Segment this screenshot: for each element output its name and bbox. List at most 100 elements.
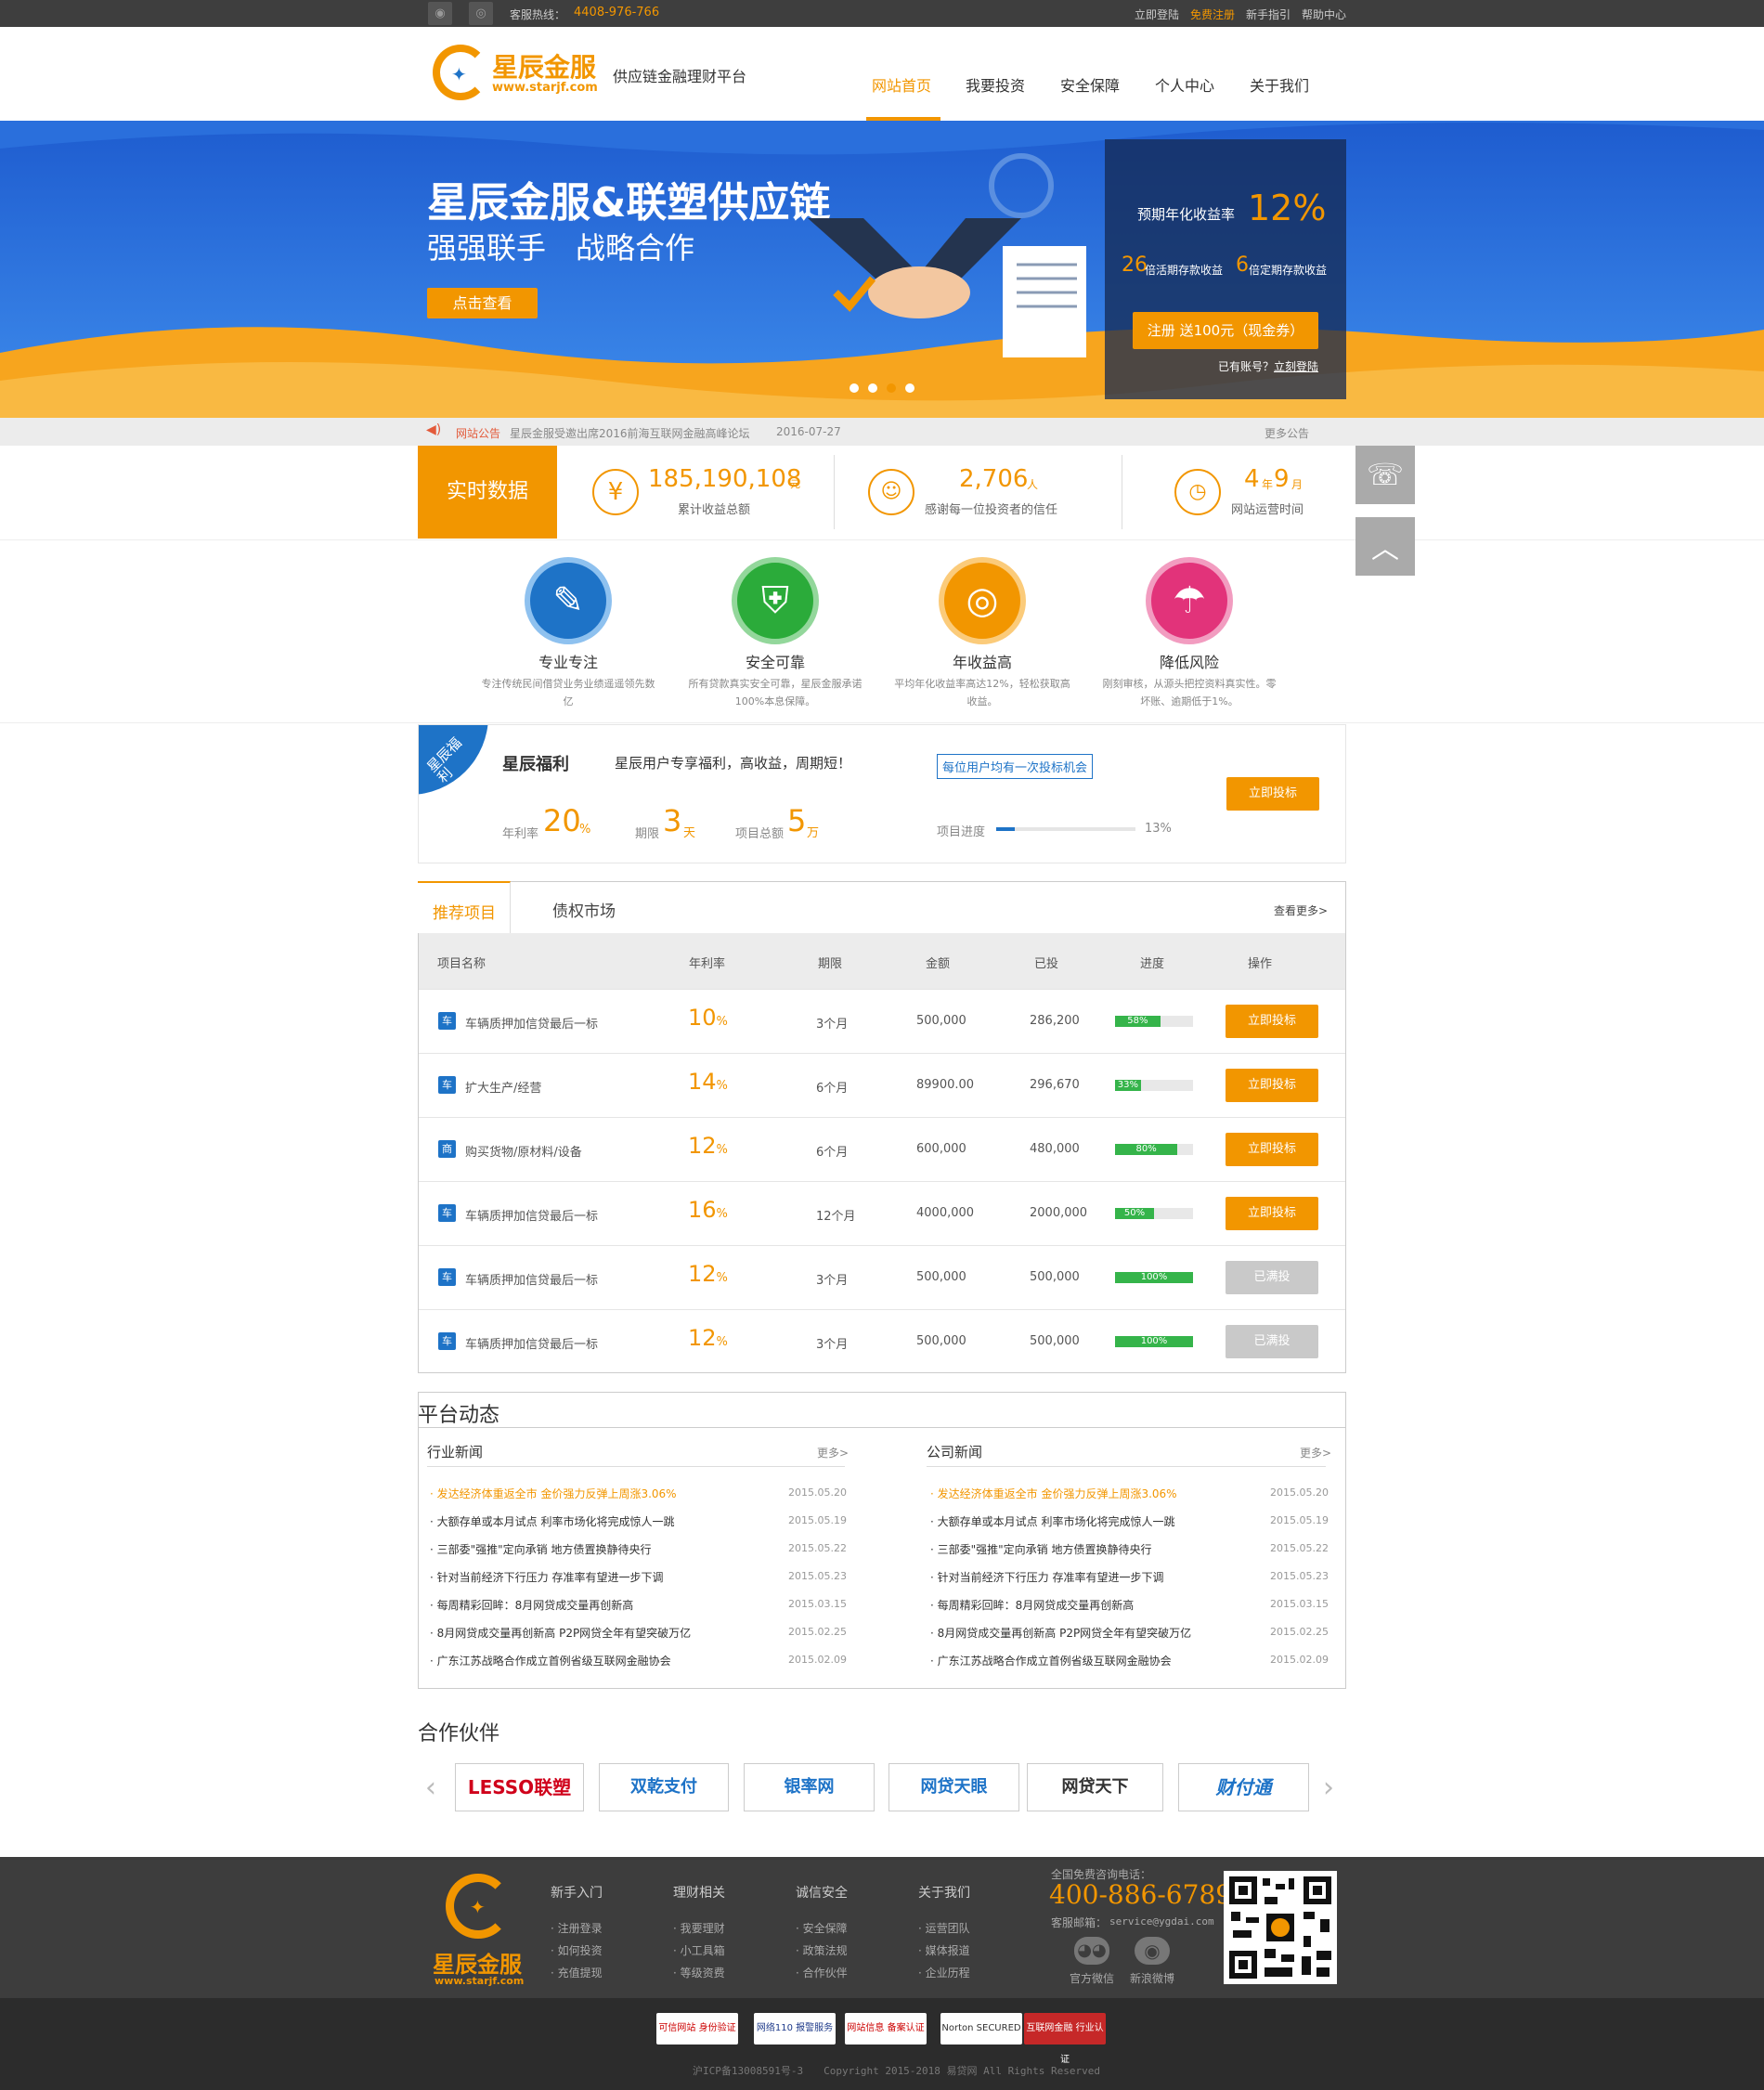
table-row: 商 购买货物/原材料/设备 12% 6个月 600,000 480,000 80…: [419, 1117, 1345, 1181]
nav-invest[interactable]: 我要投资: [966, 73, 1025, 96]
company-news-more[interactable]: 更多>: [1300, 1445, 1331, 1460]
full-invested-button[interactable]: 已满投: [1226, 1261, 1318, 1294]
news-item[interactable]: · 三部委"强推"定向承销 地方债置换静待央行: [430, 1541, 651, 1557]
project-name[interactable]: 购买货物/原材料/设备: [465, 1142, 582, 1160]
footer-col-title: 关于我们: [918, 1886, 970, 1901]
news-item[interactable]: · 针对当前经济下行压力 存准率有望进一步下调: [930, 1569, 1163, 1585]
invest-button[interactable]: 立即投标: [1226, 1133, 1318, 1166]
news-item[interactable]: · 每周精彩回眸：8月网贷成交量再创新高: [930, 1597, 1134, 1613]
news-item[interactable]: · 发达经济体重返全市 金价强力反弹上周涨3.06%: [930, 1486, 1177, 1501]
project-rate: 16%: [688, 1197, 728, 1223]
footer-link[interactable]: · 合作伙伴: [796, 1965, 848, 1980]
project-progress-fill: 80%: [1115, 1144, 1178, 1155]
footer-link[interactable]: · 等级资费: [673, 1965, 725, 1980]
news-item[interactable]: · 大额存单或本月试点 利率市场化将完成惊人一跳: [430, 1513, 674, 1529]
partner-95epay[interactable]: 双乾支付: [599, 1763, 729, 1811]
partner-wdtianxia[interactable]: 网贷天下: [1027, 1763, 1163, 1811]
footer-link[interactable]: · 安全保障: [796, 1920, 848, 1936]
project-name[interactable]: 扩大生产/经营: [465, 1078, 541, 1096]
welfare-term: 3: [663, 803, 682, 838]
carousel-dot-3[interactable]: [887, 383, 896, 393]
news-item[interactable]: · 8月网贷成交量再创新高 P2P网贷全年有望突破万亿: [930, 1625, 1191, 1641]
banner-view-button[interactable]: 点击查看: [427, 288, 538, 318]
partner-lesso[interactable]: LESSO联塑: [455, 1763, 584, 1811]
tab-recommended[interactable]: 推荐项目: [418, 881, 511, 933]
welfare-desc: 星辰用户专享福利，高收益，周期短！: [615, 755, 852, 772]
footer-link[interactable]: · 如何投资: [551, 1942, 603, 1958]
brand-name[interactable]: 星辰金服: [492, 47, 596, 84]
table-row: 车 扩大生产/经营 14% 6个月 89900.00 296,670 33% 立…: [419, 1053, 1345, 1117]
partner-tenpay[interactable]: 财付通: [1178, 1763, 1309, 1811]
project-name[interactable]: 车辆质押加信贷最后一标: [465, 1270, 598, 1288]
project-name[interactable]: 车辆质押加信贷最后一标: [465, 1206, 598, 1224]
invest-button[interactable]: 立即投标: [1226, 1069, 1318, 1102]
carousel-dot-2[interactable]: [868, 383, 877, 393]
back-to-top-icon[interactable]: ︿: [1355, 517, 1415, 576]
industry-news-more[interactable]: 更多>: [817, 1445, 849, 1460]
news-item[interactable]: · 针对当前经济下行压力 存准率有望进一步下调: [430, 1569, 663, 1585]
register-link[interactable]: 免费注册: [1190, 6, 1235, 22]
norton-badge[interactable]: Norton SECURED: [940, 2013, 1022, 2045]
footer-link[interactable]: · 我要理财: [673, 1920, 725, 1936]
footer-link[interactable]: · 小工具箱: [673, 1942, 725, 1958]
footer-link[interactable]: · 媒体报道: [918, 1942, 970, 1958]
customer-service-icon[interactable]: ☏: [1355, 446, 1415, 504]
nav-account[interactable]: 个人中心: [1155, 73, 1214, 96]
carousel-dot-1[interactable]: [850, 383, 859, 393]
project-name[interactable]: 车辆质押加信贷最后一标: [465, 1014, 598, 1032]
footer-link[interactable]: · 政策法规: [796, 1942, 848, 1958]
partners-prev-icon[interactable]: ‹: [425, 1772, 436, 1804]
weibo-icon[interactable]: ◉: [1135, 1937, 1170, 1965]
footer-link[interactable]: · 运营团队: [918, 1920, 970, 1936]
news-item[interactable]: · 每周精彩回眸：8月网贷成交量再创新高: [430, 1597, 633, 1613]
project-amount: 89900.00: [916, 1078, 975, 1092]
panel-register-button[interactable]: 注册 送100元（现金券）: [1133, 312, 1318, 349]
news-item[interactable]: · 三部委"强推"定向承销 地方债置换静待央行: [930, 1541, 1151, 1557]
invest-button[interactable]: 立即投标: [1226, 1005, 1318, 1038]
tab-debt-market[interactable]: 债权市场: [552, 898, 616, 921]
feature-low-risk: ☂ 降低风险 刚刻审核，从源头把控资料真实性。零坏账、逾期低于1%。: [1101, 557, 1278, 710]
yen-icon: ¥: [592, 469, 639, 515]
partners-next-icon[interactable]: ›: [1323, 1772, 1334, 1804]
full-invested-button[interactable]: 已满投: [1226, 1325, 1318, 1358]
project-type-tag: 车: [438, 1332, 456, 1350]
notice-text[interactable]: 星辰金服受邀出席2016前海互联网金融高峰论坛: [510, 425, 750, 441]
carousel-dot-4[interactable]: [905, 383, 914, 393]
news-item[interactable]: · 8月网贷成交量再创新高 P2P网贷全年有望突破万亿: [430, 1625, 691, 1641]
nav-about[interactable]: 关于我们: [1250, 73, 1309, 96]
footer-col-title: 诚信安全: [796, 1886, 848, 1901]
login-link[interactable]: 立即登陆: [1135, 6, 1179, 22]
footer-brand-name: 星辰金服: [433, 1952, 522, 1978]
panel-login-link[interactable]: 立刻登陆: [1274, 358, 1318, 374]
guide-link[interactable]: 新手指引: [1246, 6, 1291, 22]
news-item[interactable]: · 发达经济体重返全市 金价强力反弹上周涨3.06%: [430, 1486, 677, 1501]
notice-more-link[interactable]: 更多公告: [1265, 425, 1309, 441]
footer-link[interactable]: · 企业历程: [918, 1965, 970, 1980]
project-name[interactable]: 车辆质押加信贷最后一标: [465, 1334, 598, 1352]
project-progress-bar: 100%: [1115, 1272, 1193, 1283]
news-item[interactable]: · 广东江苏战略合作成立首例省级互联网金融协会: [430, 1653, 671, 1668]
help-link[interactable]: 帮助中心: [1302, 6, 1346, 22]
brand-url: www.starjf.com: [492, 81, 598, 95]
qq-icon[interactable]: ◉: [428, 2, 452, 25]
partner-p2peye[interactable]: 网贷天眼: [888, 1763, 1019, 1811]
nav-home[interactable]: 网站首页: [872, 73, 931, 96]
welfare-invest-button[interactable]: 立即投标: [1226, 777, 1319, 811]
news-item[interactable]: · 大额存单或本月试点 利率市场化将完成惊人一跳: [930, 1513, 1174, 1529]
record-badge[interactable]: 网站信息 备案认证: [845, 2013, 927, 2045]
wechat-icon[interactable]: ◎: [469, 2, 493, 25]
footer-link[interactable]: · 注册登录: [551, 1920, 603, 1936]
police-110-badge[interactable]: 网络110 报警服务: [754, 2013, 836, 2045]
projects-more-link[interactable]: 查看更多>: [1274, 902, 1328, 918]
trusted-site-badge[interactable]: 可信网站 身份验证: [656, 2013, 738, 2045]
project-invested: 500,000: [1030, 1270, 1080, 1284]
news-item[interactable]: · 广东江苏战略合作成立首例省级互联网金融协会: [930, 1653, 1172, 1668]
finance-cert-badge[interactable]: 互联网金融 行业认证: [1024, 2013, 1106, 2065]
news-date: 2015.02.25: [1270, 1626, 1329, 1638]
wechat-icon[interactable]: ◕◕: [1074, 1937, 1109, 1965]
partner-yinhang[interactable]: 银率网: [744, 1763, 875, 1811]
nav-security[interactable]: 安全保障: [1060, 73, 1120, 96]
project-progress-fill: 58%: [1115, 1016, 1161, 1027]
footer-link[interactable]: · 充值提现: [551, 1965, 603, 1980]
invest-button[interactable]: 立即投标: [1226, 1197, 1318, 1230]
